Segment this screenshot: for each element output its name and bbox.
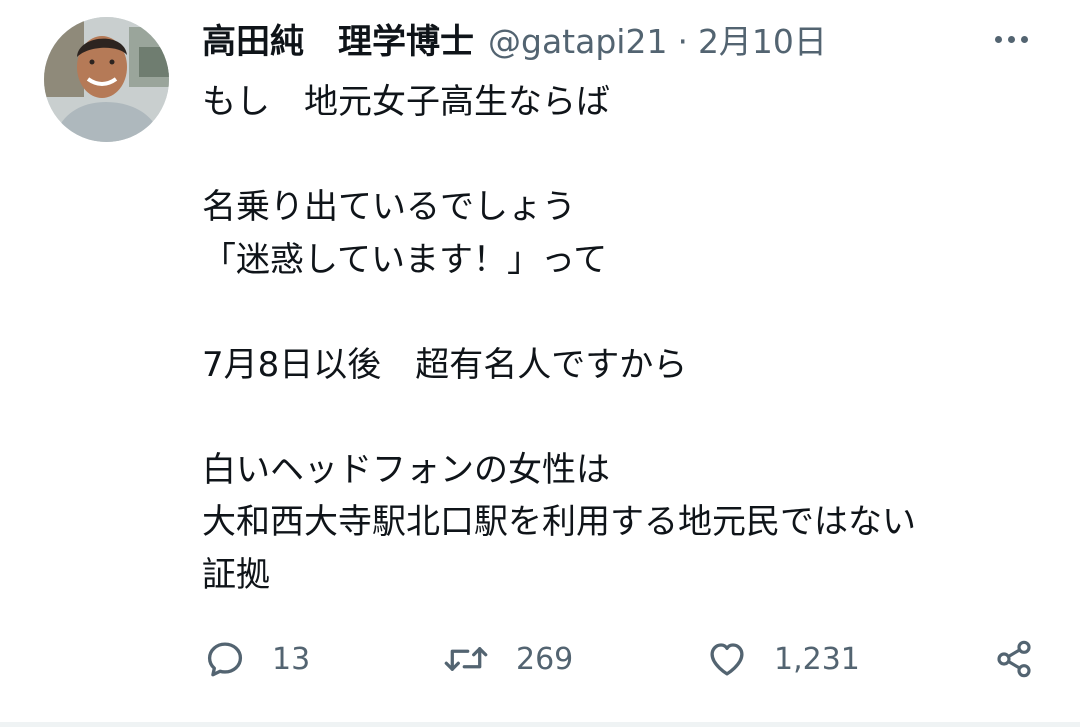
tweet-text: もし 地元女子高生ならば 名乗り出ているでしょう 「迷惑しています！」って 7月…: [202, 76, 1042, 601]
retweet-count: 269: [516, 641, 574, 677]
retweet-button[interactable]: 269: [442, 638, 573, 680]
tweet-content: 高田純 理学博士 @gatapi21 · 2月10日 もし 地元女子高生ならば …: [202, 14, 1042, 601]
comment-bubble-icon: [207, 642, 243, 677]
reply-count: 13: [272, 641, 311, 677]
display-name[interactable]: 高田純 理学博士: [202, 14, 474, 63]
heart-outline-icon: [710, 643, 744, 676]
tweet-header: 高田純 理学博士 @gatapi21 · 2月10日: [202, 14, 1042, 66]
tweet-line: 白いヘッドフォンの女性は: [202, 449, 610, 490]
reply-button[interactable]: 13: [204, 638, 310, 680]
separator-dot: ·: [677, 22, 688, 61]
tweet[interactable]: 高田純 理学博士 @gatapi21 · 2月10日 もし 地元女子高生ならば …: [0, 0, 1080, 727]
avatar[interactable]: [44, 17, 169, 142]
tweet-line: 7月8日以後 超有名人ですから: [202, 344, 688, 385]
like-count: 1,231: [774, 641, 860, 677]
share-nodes-icon: [997, 640, 1031, 678]
more-dot: [1021, 36, 1028, 43]
tweet-line: 証拠: [202, 554, 270, 595]
tweet-line: 「迷惑しています！」って: [202, 239, 608, 280]
avatar-photo: [44, 17, 169, 142]
tweet-line: 大和西大寺駅北口駅を利用する地元民ではない: [202, 502, 916, 542]
share-button[interactable]: [994, 638, 1034, 680]
retweet-arrows-icon: [444, 647, 488, 671]
tweet-line: [202, 286, 1042, 339]
like-button[interactable]: 1,231: [706, 638, 860, 680]
divider: [0, 722, 1080, 727]
tweet-line: もし 地元女子高生ならば: [202, 82, 610, 122]
tweet-actions: 13 269 1,231: [0, 638, 1080, 688]
tweet-date[interactable]: 2月10日: [698, 15, 827, 63]
tweet-line: 名乗り出ているでしょう: [202, 187, 576, 227]
tweet-line: [202, 129, 1042, 182]
user-handle[interactable]: @gatapi21: [488, 22, 667, 61]
more-horizontal-icon[interactable]: [995, 36, 1028, 43]
more-dot: [995, 36, 1002, 43]
tweet-line: [202, 391, 1042, 444]
more-dot: [1008, 36, 1015, 43]
